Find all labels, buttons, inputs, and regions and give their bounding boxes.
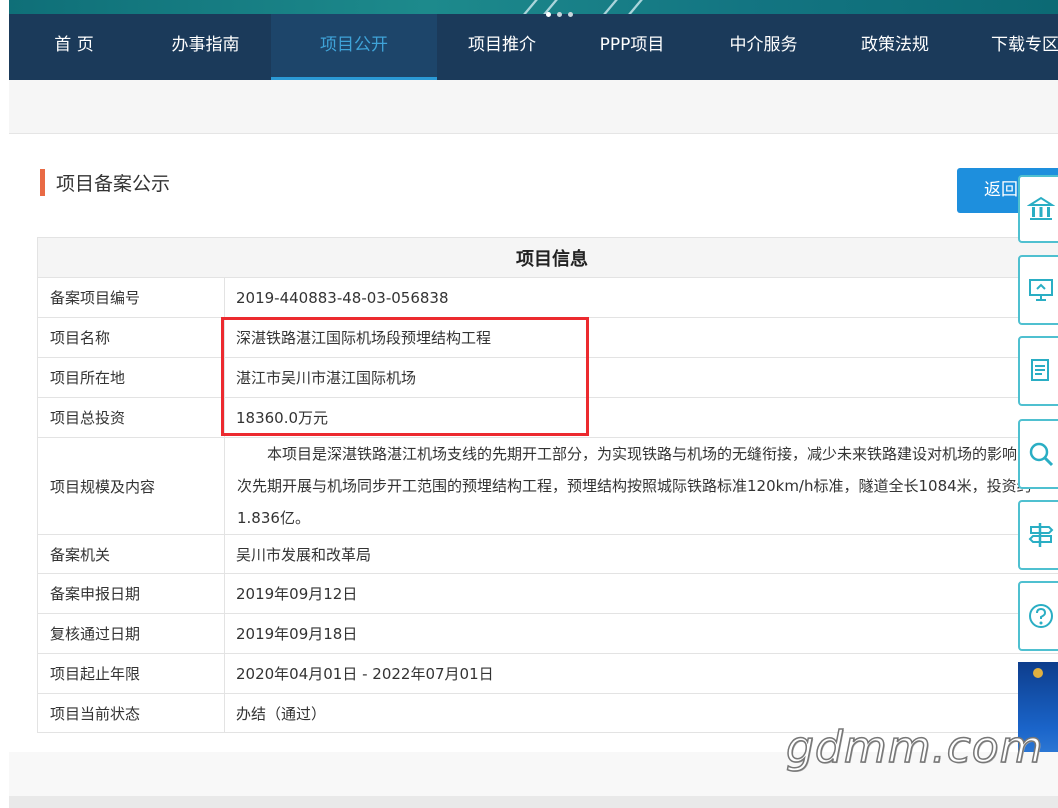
table-row: 项目起止年限 2020年04月01日 - 2022年07月01日 xyxy=(37,653,1058,694)
table-row: 备案申报日期 2019年09月12日 xyxy=(37,573,1058,614)
search-icon[interactable] xyxy=(1018,419,1058,489)
section-title: 项目备案公示 xyxy=(40,169,170,196)
row-label: 项目起止年限 xyxy=(37,653,225,694)
carousel-dot[interactable] xyxy=(568,12,573,17)
table-row: 备案机关 吴川市发展和改革局 xyxy=(37,534,1058,574)
nav-item-guide[interactable]: 办事指南 xyxy=(139,14,272,80)
table-row: 项目名称 深湛铁路湛江国际机场段预埋结构工程 xyxy=(37,317,1058,358)
row-value: 2019年09月18日 xyxy=(224,613,1058,654)
nav-item-project-public[interactable]: 项目公开 xyxy=(271,14,437,80)
row-label: 复核通过日期 xyxy=(37,613,225,654)
row-label: 备案申报日期 xyxy=(37,573,225,614)
row-label: 项目名称 xyxy=(37,317,225,358)
row-label: 备案机关 xyxy=(37,534,225,574)
project-info-table: 项目信息 备案项目编号 2019-440883-48-03-056838 项目名… xyxy=(37,237,1058,733)
table-header-row: 项目信息 xyxy=(37,237,1058,278)
carousel-dot[interactable] xyxy=(557,12,562,17)
title-accent-bar xyxy=(40,169,45,196)
carousel-dot[interactable] xyxy=(546,12,551,17)
table-row: 项目所在地 湛江市吴川市湛江国际机场 xyxy=(37,357,1058,398)
row-label: 项目规模及内容 xyxy=(37,437,225,535)
row-value: 深湛铁路湛江国际机场段预埋结构工程 xyxy=(224,317,1058,358)
signpost-icon[interactable] xyxy=(1018,500,1058,570)
row-label: 项目所在地 xyxy=(37,357,225,398)
watermark: gdmm.com xyxy=(785,721,1044,774)
breadcrumb-band xyxy=(9,80,1058,134)
table-header: 项目信息 xyxy=(37,237,1058,278)
computer-icon[interactable] xyxy=(1018,255,1058,325)
nav-item-ppp[interactable]: PPP项目 xyxy=(567,14,697,80)
institution-icon[interactable] xyxy=(1018,175,1058,243)
row-value: 湛江市吴川市湛江国际机场 xyxy=(224,357,1058,398)
nav-item-agency[interactable]: 中介服务 xyxy=(697,14,830,80)
nav-item-home[interactable]: 首 页 xyxy=(9,14,139,80)
row-value-paragraph: 本项目是深湛铁路湛江机场支线的先期开工部分，为实现铁路与机场的无缝衔接，减少未来… xyxy=(224,437,1058,535)
question-icon[interactable] xyxy=(1018,581,1058,651)
row-value: 18360.0万元 xyxy=(224,397,1058,438)
row-label: 项目当前状态 xyxy=(37,693,225,733)
table-row: 项目规模及内容 本项目是深湛铁路湛江机场支线的先期开工部分，为实现铁路与机场的无… xyxy=(37,437,1058,535)
nav-item-policy[interactable]: 政策法规 xyxy=(830,14,960,80)
row-value: 2019-440883-48-03-056838 xyxy=(224,277,1058,318)
table-row: 复核通过日期 2019年09月18日 xyxy=(37,613,1058,654)
table-row: 项目总投资 18360.0万元 xyxy=(37,397,1058,438)
emblem-icon xyxy=(1033,668,1043,678)
row-label: 项目总投资 xyxy=(37,397,225,438)
scope-text: 本项目是深湛铁路湛江机场支线的先期开工部分，为实现铁路与机场的无缝衔接，减少未来… xyxy=(237,445,1048,527)
nav-item-download[interactable]: 下载专区 xyxy=(960,14,1058,80)
nav-item-project-promotion[interactable]: 项目推介 xyxy=(437,14,567,80)
main-nav: 首 页 办事指南 项目公开 项目推介 PPP项目 中介服务 政策法规 下载专区 xyxy=(9,14,1058,80)
page-title: 项目备案公示 xyxy=(56,173,171,195)
footer xyxy=(9,796,1058,808)
row-label: 备案项目编号 xyxy=(37,277,225,318)
table-row: 备案项目编号 2019-440883-48-03-056838 xyxy=(37,277,1058,318)
document-stack-icon[interactable] xyxy=(1018,336,1058,406)
row-value: 2019年09月12日 xyxy=(224,573,1058,614)
carousel-dots[interactable] xyxy=(546,12,573,17)
row-value: 吴川市发展和改革局 xyxy=(224,534,1058,574)
top-banner xyxy=(9,0,1058,14)
row-value: 2020年04月01日 - 2022年07月01日 xyxy=(224,653,1058,694)
